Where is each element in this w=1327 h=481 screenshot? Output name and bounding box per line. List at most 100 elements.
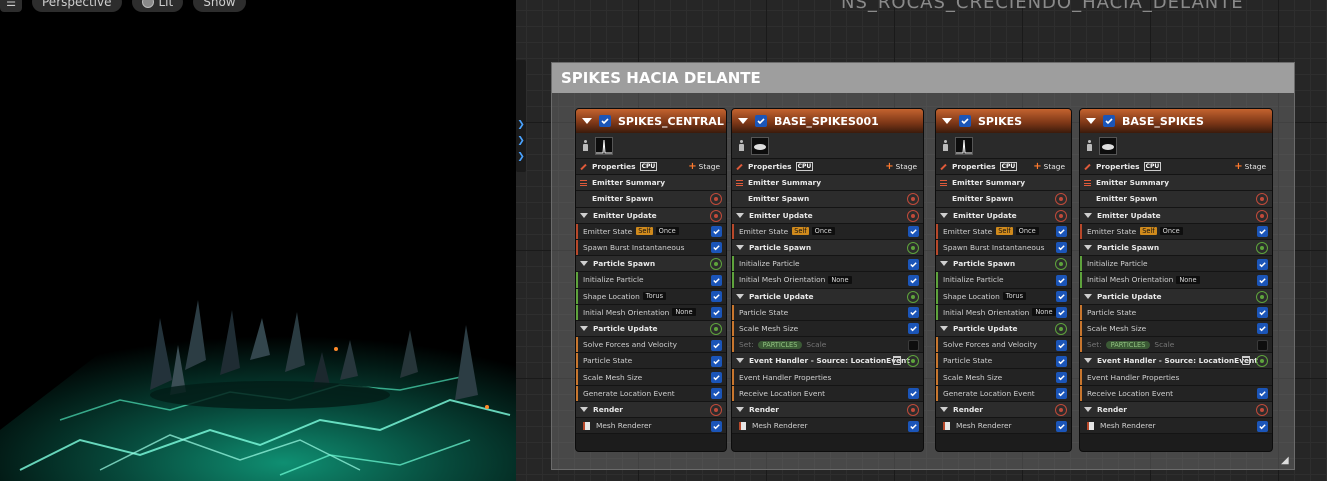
module-receive-location-event[interactable]: Receive Location Event — [732, 385, 923, 402]
module-enable-checkbox[interactable] — [1056, 291, 1067, 302]
emitter-spawn-section[interactable]: Emitter Spawn — [576, 191, 726, 208]
module-enable-checkbox[interactable] — [1257, 226, 1268, 238]
module-set-particles-scale[interactable]: Set: PARTICLES Scale — [1080, 337, 1272, 354]
emitter-summary-row[interactable]: Emitter Summary — [732, 175, 923, 192]
module-enable-checkbox[interactable] — [908, 323, 919, 335]
emitter-header[interactable]: SPIKES_CENTRAL — [576, 109, 726, 133]
module-spawn-burst[interactable]: Spawn Burst Instantaneous — [576, 239, 726, 257]
add-module-icon[interactable] — [1256, 193, 1268, 206]
module-scale-mesh-size[interactable]: Scale Mesh Size — [576, 369, 726, 386]
collapse-arrow-icon[interactable] — [942, 118, 952, 124]
resize-grip-icon[interactable]: ◢ — [1281, 456, 1291, 466]
collapse-arrow-icon[interactable] — [580, 325, 588, 331]
trash-icon[interactable] — [1242, 356, 1250, 366]
add-module-icon[interactable] — [710, 193, 722, 206]
emitter-node-base-spikes[interactable]: BASE_SPIKES Properties CPU + Stage Emitter … — [1079, 108, 1273, 452]
emitter-enable-checkbox[interactable] — [599, 115, 611, 127]
collapse-arrow-icon[interactable] — [736, 245, 744, 251]
emitter-node-base-spikes001[interactable]: BASE_SPIKES001 Properties CPU + Stage Emitt… — [731, 108, 924, 452]
module-mesh-renderer[interactable]: Mesh Renderer — [576, 418, 726, 435]
module-enable-checkbox[interactable] — [908, 307, 919, 319]
module-enable-checkbox[interactable] — [1056, 371, 1067, 383]
emitter-spawn-section[interactable]: Emitter Spawn — [732, 191, 923, 208]
collapse-arrow-icon[interactable] — [582, 118, 592, 124]
collapse-arrow-icon[interactable] — [1084, 212, 1092, 218]
module-initialize-particle[interactable]: Initialize Particle — [936, 272, 1071, 289]
collapse-arrow-icon[interactable] — [1084, 245, 1092, 251]
emitter-enable-checkbox[interactable] — [1103, 115, 1115, 127]
add-module-icon[interactable] — [1256, 403, 1268, 416]
collapse-arrow-icon[interactable] — [940, 406, 948, 412]
emitter-enable-checkbox[interactable] — [959, 115, 971, 127]
module-enable-checkbox[interactable] — [711, 242, 722, 254]
module-initial-mesh-orientation[interactable]: Initial Mesh Orientation None — [576, 304, 726, 321]
module-particle-state[interactable]: Particle State — [936, 353, 1071, 370]
module-event-handler-properties[interactable]: Event Handler Properties — [732, 369, 923, 386]
particle-spawn-section[interactable]: Particle Spawn — [1080, 239, 1272, 257]
viewport-menu-button[interactable]: ☰ — [0, 0, 22, 12]
properties-row[interactable]: Properties CPU + Stage — [732, 159, 923, 176]
module-emitter-state[interactable]: Emitter State Self Once — [936, 223, 1071, 240]
module-enable-checkbox[interactable] — [1056, 420, 1067, 432]
add-module-icon[interactable] — [907, 209, 919, 222]
emitter-node-spikes-central[interactable]: SPIKES_CENTRAL Properties CPU + Stage Emitt… — [575, 108, 727, 452]
emitter-update-section[interactable]: Emitter Update — [936, 207, 1071, 224]
chevron-icon[interactable]: ❯ — [516, 120, 526, 130]
render-section[interactable]: Render — [576, 401, 726, 418]
emitter-header[interactable]: SPIKES — [936, 109, 1071, 133]
module-enable-checkbox[interactable] — [908, 339, 919, 351]
module-enable-checkbox[interactable] — [711, 371, 722, 383]
module-enable-checkbox[interactable] — [1056, 226, 1067, 238]
add-module-icon[interactable] — [710, 322, 722, 335]
collapse-arrow-icon[interactable] — [736, 293, 744, 299]
event-handler-section[interactable]: Event Handler - Source: LocationEvent — [732, 353, 923, 370]
collapse-arrow-icon[interactable] — [1084, 293, 1092, 299]
collapse-arrow-icon[interactable] — [736, 358, 744, 364]
add-module-icon[interactable] — [1055, 403, 1067, 416]
collapse-arrow-icon[interactable] — [1084, 358, 1092, 364]
collapse-arrow-icon[interactable] — [940, 212, 948, 218]
add-module-icon[interactable] — [1256, 209, 1268, 222]
module-emitter-state[interactable]: Emitter State Self Once — [1080, 223, 1272, 240]
particle-update-section[interactable]: Particle Update — [576, 320, 726, 338]
add-module-icon[interactable] — [1256, 290, 1268, 303]
particle-update-section[interactable]: Particle Update — [732, 288, 923, 305]
chevron-icon[interactable]: ❯ — [516, 136, 526, 146]
module-initial-mesh-orientation[interactable]: Initial Mesh Orientation None — [936, 304, 1071, 321]
module-enable-checkbox[interactable] — [1257, 307, 1268, 319]
emitter-node-spikes[interactable]: SPIKES Properties CPU + Stage Emitter Summa… — [935, 108, 1072, 452]
add-module-icon[interactable] — [1256, 241, 1268, 254]
module-enable-checkbox[interactable] — [1056, 339, 1067, 351]
add-module-icon[interactable] — [1055, 193, 1067, 206]
module-enable-checkbox[interactable] — [1257, 258, 1268, 270]
level-viewport[interactable]: ☰ Perspective Lit Show — [0, 0, 516, 481]
emitter-update-section[interactable]: Emitter Update — [576, 207, 726, 224]
emitter-header[interactable]: BASE_SPIKES001 — [732, 109, 923, 133]
add-stage-button[interactable]: + Stage — [885, 159, 917, 174]
particle-spawn-section[interactable]: Particle Spawn — [576, 256, 726, 273]
module-enable-checkbox[interactable] — [711, 388, 722, 400]
add-module-icon[interactable] — [1055, 258, 1067, 271]
module-enable-checkbox[interactable] — [908, 420, 919, 432]
module-enable-checkbox[interactable] — [711, 274, 722, 286]
add-module-icon[interactable] — [907, 290, 919, 303]
module-initialize-particle[interactable]: Initialize Particle — [576, 272, 726, 289]
add-module-icon[interactable] — [710, 403, 722, 416]
module-enable-checkbox[interactable] — [711, 291, 722, 302]
perspective-button[interactable]: Perspective — [32, 0, 122, 12]
particle-update-section[interactable]: Particle Update — [1080, 288, 1272, 305]
module-emitter-state[interactable]: Emitter State Self Once — [732, 223, 923, 240]
module-shape-location[interactable]: Shape Location Torus — [936, 288, 1071, 305]
add-module-icon[interactable] — [710, 209, 722, 222]
add-module-icon[interactable] — [907, 193, 919, 206]
trash-icon[interactable] — [893, 356, 901, 366]
lit-button[interactable]: Lit — [131, 0, 184, 12]
module-scale-mesh-size[interactable]: Scale Mesh Size — [732, 320, 923, 338]
module-event-handler-properties[interactable]: Event Handler Properties — [1080, 369, 1272, 386]
module-generate-location-event[interactable]: Generate Location Event — [576, 385, 726, 402]
module-enable-checkbox[interactable] — [1257, 323, 1268, 335]
module-receive-location-event[interactable]: Receive Location Event — [1080, 385, 1272, 402]
collapse-arrow-icon[interactable] — [1086, 118, 1096, 124]
module-enable-checkbox[interactable] — [1257, 420, 1268, 432]
collapse-arrow-icon[interactable] — [736, 212, 744, 218]
